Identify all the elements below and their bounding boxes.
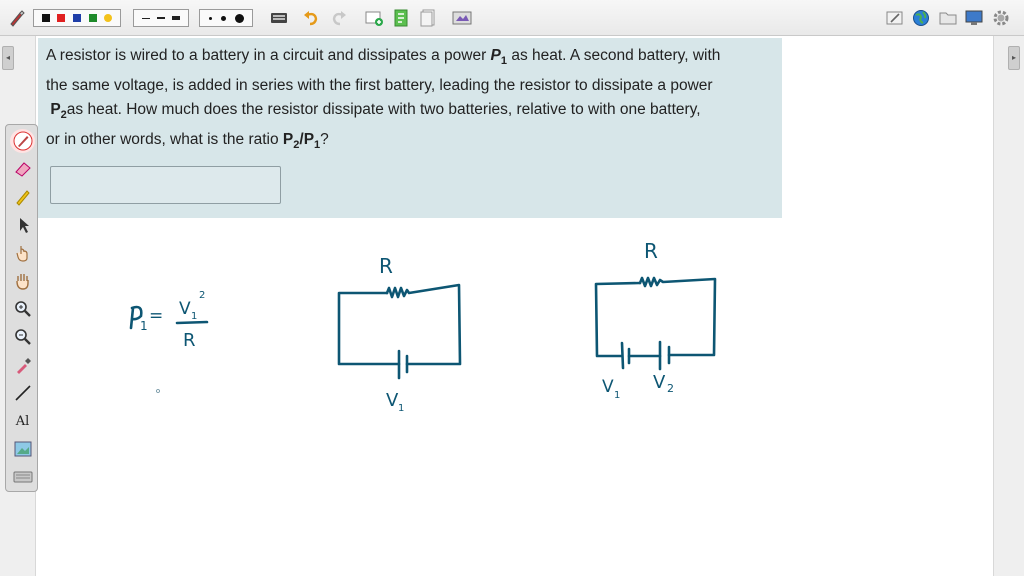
question-text: A resistor is wired to a battery in a ci… [46, 44, 776, 157]
left-collapse-tab[interactable]: ◂ [2, 46, 14, 70]
p2-symbol: P [50, 101, 61, 119]
pen-icon[interactable] [10, 129, 35, 153]
select-arrow-icon[interactable] [10, 213, 35, 237]
formula-numerator-subscript: 1 [191, 311, 197, 322]
pointer-hand-icon[interactable] [10, 241, 35, 265]
power-formula: 1 = V 1 2 R [129, 290, 209, 393]
formula-numerator-superscript: 2 [199, 290, 205, 301]
circuit-single-battery: R V 1 [337, 254, 462, 414]
top-toolbar [0, 0, 1024, 36]
line-style-palette [133, 9, 189, 27]
answer-input[interactable] [50, 166, 281, 204]
point-size-palette [199, 9, 253, 27]
line-icon[interactable] [10, 381, 35, 405]
stray-dot [156, 389, 160, 393]
circuit2-resistor-label: R [644, 239, 658, 263]
circuit2-battery1-label: V [602, 377, 614, 397]
monitor-icon[interactable] [963, 7, 985, 29]
circuit1-battery-subscript: 1 [398, 403, 404, 414]
right-panel: ▸ [993, 36, 1024, 576]
zoom-in-icon[interactable] [10, 297, 35, 321]
large-dot-option[interactable] [234, 13, 244, 23]
screenshot-icon[interactable] [450, 7, 474, 29]
medium-line-option[interactable] [156, 17, 165, 19]
p1-symbol: P [490, 47, 501, 64]
question-line-4: or in other words, what is the ratio P2/… [46, 130, 329, 151]
color-green-swatch[interactable] [88, 14, 97, 22]
whiteboard-canvas[interactable]: 1 = V 1 2 R R V 1 R V 1 V 2 [37, 218, 992, 576]
pan-hand-icon[interactable] [10, 269, 35, 293]
fraction-bar [175, 320, 209, 325]
new-page-icon[interactable] [362, 7, 386, 29]
question-line-3: P2as heat. How much does the resistor di… [50, 101, 701, 122]
medium-dot-option[interactable] [220, 15, 226, 21]
thin-line-option[interactable] [141, 17, 150, 19]
circuit2-battery1-long-plate [620, 341, 625, 370]
eyedropper-icon[interactable] [10, 353, 35, 377]
formula-lhs-subscript: 1 [140, 319, 148, 333]
text-tool-label: Al [15, 413, 30, 429]
circuit2-resistor [638, 276, 717, 357]
text-tool-icon[interactable]: Al [10, 409, 35, 433]
formula-denominator: R [183, 330, 196, 351]
color-yellow-swatch[interactable] [104, 14, 113, 22]
color-blue-swatch[interactable] [72, 14, 81, 22]
globe-icon[interactable] [910, 7, 932, 29]
document-icon[interactable] [417, 7, 439, 29]
formula-equals: = [149, 306, 163, 326]
undo-icon[interactable] [300, 7, 322, 29]
zoom-out-icon[interactable] [10, 325, 35, 349]
color-red-swatch[interactable] [57, 14, 66, 22]
settings-icon[interactable] [990, 7, 1012, 29]
redo-icon[interactable] [328, 7, 350, 29]
image-tool-icon[interactable] [10, 437, 35, 461]
keyboard-icon[interactable] [268, 7, 290, 29]
circuit2-battery2-subscript: 2 [667, 382, 674, 395]
small-dot-option[interactable] [208, 16, 212, 20]
keyboard-tool-icon[interactable] [10, 465, 35, 489]
highlighter-icon[interactable] [10, 185, 35, 209]
page-icon[interactable] [390, 7, 412, 29]
color-black-swatch[interactable] [41, 14, 50, 22]
color-palette [33, 9, 121, 27]
question-line-1: A resistor is wired to a battery in a ci… [46, 47, 721, 68]
right-collapse-tab[interactable]: ▸ [1008, 46, 1020, 70]
pen-tool-icon[interactable] [6, 7, 28, 29]
circuit2-battery2-label: V [653, 372, 666, 393]
circuit2-battery1-subscript: 1 [614, 390, 620, 401]
circuit1-resistor-label: R [379, 254, 393, 278]
eraser-icon[interactable] [10, 157, 35, 181]
circuit-two-batteries: R V 1 V 2 [594, 239, 717, 401]
question-panel: A resistor is wired to a battery in a ci… [38, 38, 782, 218]
question-line-2: the same voltage, is added in series wit… [46, 76, 713, 94]
folder-icon[interactable] [937, 7, 959, 29]
formula-numerator: V [179, 299, 191, 319]
edit-icon[interactable] [884, 7, 906, 29]
thick-line-option[interactable] [172, 16, 181, 20]
tool-palette: Al [5, 124, 38, 492]
